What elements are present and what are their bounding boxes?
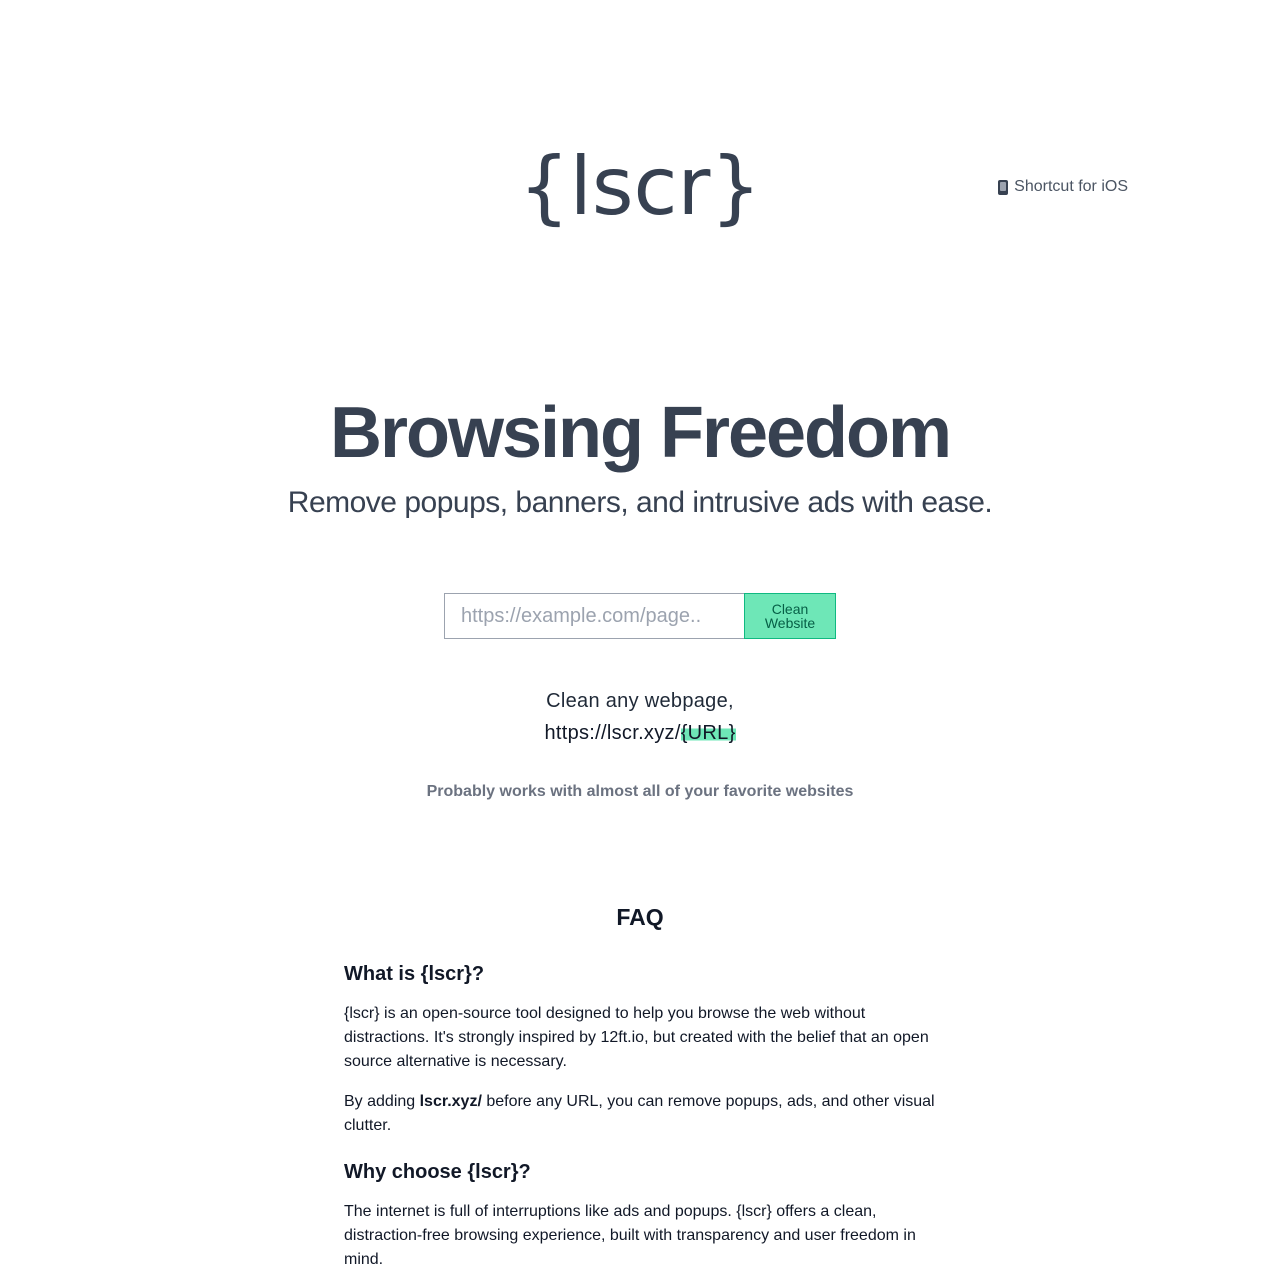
hero-subtitle: Remove popups, banners, and intrusive ad…: [287, 486, 993, 519]
compatibility-note: Probably works with almost all of your f…: [426, 783, 854, 800]
clean-url-form: Clean Website: [444, 593, 836, 639]
url-input[interactable]: [444, 593, 744, 639]
ios-shortcut-link[interactable]: Shortcut for iOS: [998, 176, 1128, 198]
faq-answer-what-2-prefix: By adding: [344, 1093, 420, 1110]
clean-website-button[interactable]: Clean Website: [744, 593, 836, 639]
usage-line: Clean any webpage,: [546, 690, 734, 712]
faq-answer-why-1: The internet is full of interruptions li…: [344, 1203, 916, 1268]
faq-answer-what-2: By adding lscr.xyz/ before any URL, you …: [344, 1090, 944, 1138]
usage-url-token: {URL}: [680, 722, 736, 744]
ios-shortcut-label: Shortcut for iOS: [1014, 178, 1128, 195]
usage-url-example: https://lscr.xyz/{URL}: [0, 720, 1280, 746]
usage-url-prefix: https://lscr.xyz/: [544, 722, 681, 744]
phone-icon: [998, 179, 1009, 195]
faq-question-what: What is {lscr}?: [344, 963, 485, 985]
faq-answer-what-2-bold: lscr.xyz/: [419, 1093, 482, 1110]
faq-answer-what-1: {lscr} is an open-source tool designed t…: [344, 1005, 929, 1070]
faq-question-why: Why choose {lscr}?: [344, 1161, 531, 1183]
faq-section: What is {lscr}? {lscr} is an open-source…: [344, 960, 944, 1280]
faq-title: FAQ: [616, 904, 664, 930]
hero-title: Browsing Freedom: [329, 393, 952, 473]
